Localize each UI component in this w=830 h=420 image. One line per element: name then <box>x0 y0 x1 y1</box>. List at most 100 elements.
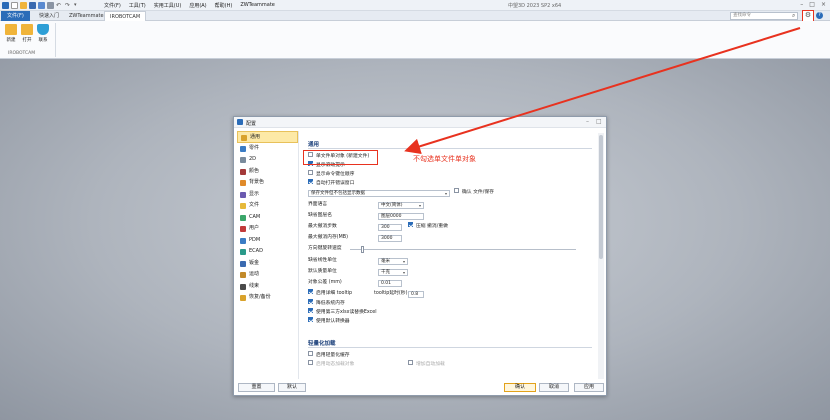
show-cmd-order-option[interactable]: 显示命令键位顺序 <box>308 170 354 179</box>
user-icon <box>240 226 246 232</box>
show-cmd-order-checkbox[interactable] <box>308 170 313 175</box>
print-icon[interactable] <box>47 2 54 9</box>
ui-language-select[interactable]: 中文(简体) <box>378 202 424 209</box>
max-memory-label: 最大撤消内存(MB) <box>308 235 348 240</box>
reduce-memory-checkbox[interactable] <box>308 299 313 304</box>
menu-utilities[interactable]: 实用工具(U) <box>154 2 182 9</box>
tab-file[interactable]: 文件(F) <box>1 11 30 21</box>
tooltip-label: 启用详细 tooltip <box>316 291 353 296</box>
tooltip-option[interactable]: 启用详细 tooltip <box>308 289 353 298</box>
default-unit-select[interactable]: 毫米 <box>378 258 408 265</box>
new-icon[interactable] <box>11 2 18 9</box>
wheel-speed-slider[interactable] <box>350 246 576 253</box>
default-button[interactable]: 默认 <box>278 383 306 392</box>
title-bar: ↶ ↷ ▾ 文件(F) 工具(T) 实用工具(U) 应用(A) 帮助(H) ZW… <box>0 0 830 11</box>
new-button[interactable]: 新建 <box>4 24 18 43</box>
sidebar-item-label: ECAD <box>249 248 263 254</box>
menu-file[interactable]: 文件(F) <box>104 2 121 9</box>
dialog-minimize-button[interactable]: – <box>586 118 589 125</box>
confirm-save-option[interactable]: 确认 文件/保存 <box>454 188 494 197</box>
enable-light-checkbox[interactable] <box>308 351 313 356</box>
slider-handle[interactable] <box>361 246 365 253</box>
dialog-title-bar: 配置 – □ <box>234 117 606 128</box>
sidebar-item-pdm[interactable]: PDM <box>237 235 298 247</box>
menu-help[interactable]: 帮助(H) <box>215 2 233 9</box>
sidebar-item-display[interactable]: 显示 <box>237 189 298 201</box>
sidebar-item-user[interactable]: 用户 <box>237 223 298 235</box>
apply-button[interactable]: 应用 <box>574 383 604 392</box>
sidebar-item-part[interactable]: 零件 <box>237 143 298 155</box>
dropdown-icon[interactable]: ▾ <box>74 2 81 9</box>
dynamic-load-checkbox <box>308 360 313 365</box>
sidebar-item-background[interactable]: 背景色 <box>237 177 298 189</box>
background-icon <box>240 180 246 186</box>
annotation-note: 不勾选单文件单对象 <box>413 155 476 163</box>
contact-button[interactable]: 联系 <box>36 24 50 43</box>
saveas-icon[interactable] <box>38 2 45 9</box>
open-icon[interactable] <box>20 2 27 9</box>
sidebar-item-2d[interactable]: 2D <box>237 154 298 166</box>
sidebar-item-backup[interactable]: 恢复/备份 <box>237 292 298 304</box>
ok-button[interactable]: 确认 <box>504 383 536 392</box>
ui-language-label: 界面语言 <box>308 202 328 207</box>
save-option-select[interactable]: 保存文件但不包括显示数据 <box>308 190 450 197</box>
tooltip-delay-label: tooltip延时(秒) <box>374 291 408 296</box>
shield-icon <box>37 24 49 35</box>
sidebar-item-file[interactable]: 文件 <box>237 200 298 212</box>
undo-icon[interactable]: ↶ <box>56 2 63 9</box>
menu-apps[interactable]: 应用(A) <box>189 2 206 9</box>
tooltip-delay-input[interactable]: 0.8 <box>408 291 424 298</box>
display-icon <box>240 191 246 198</box>
default-converter-option[interactable]: 使用默认转换器 <box>308 317 350 326</box>
redo-icon[interactable]: ↷ <box>65 2 72 9</box>
menu-tools[interactable]: 工具(T) <box>129 2 146 9</box>
dynamic-load-label: 启用动态加载对象 <box>316 362 355 367</box>
sidebar-item-ecad[interactable]: ECAD <box>237 246 298 258</box>
help-icon[interactable]: ? <box>816 12 823 19</box>
app-logo-icon[interactable] <box>2 2 9 9</box>
cam-icon <box>240 214 246 221</box>
general-settings-panel: 通用 单文件单对象 (新建文件) 显示滚动提示 显示命令键位顺序 自动打开错误窗… <box>304 133 596 379</box>
command-search-input[interactable]: 查找命令 <box>730 12 798 20</box>
file-icon <box>240 203 246 209</box>
default-converter-checkbox[interactable] <box>308 317 313 322</box>
open-button[interactable]: 打开 <box>20 24 34 43</box>
sidebar-item-harness[interactable]: 线束 <box>237 281 298 293</box>
tolerance-input[interactable]: 0.01 <box>378 280 402 287</box>
max-memory-input[interactable]: 3000 <box>378 235 402 242</box>
tooltip-checkbox[interactable] <box>308 289 313 294</box>
sidebar-item-sheetmetal[interactable]: 钣金 <box>237 258 298 270</box>
sidebar-item-motion[interactable]: 运动 <box>237 269 298 281</box>
settings-scrollbar[interactable] <box>598 133 604 379</box>
reduce-memory-option[interactable]: 降低系统内存 <box>308 299 345 308</box>
auto-open-log-option[interactable]: 自动打开错误窗口 <box>308 179 354 188</box>
menu-zwteammate[interactable]: ZWTeammate <box>240 2 275 9</box>
maximize-button[interactable]: □ <box>809 1 815 8</box>
cancel-button[interactable]: 取消 <box>539 383 569 392</box>
sidebar-item-label: 用户 <box>249 225 260 231</box>
enable-light-option[interactable]: 启用轻量化缓存 <box>308 351 350 360</box>
search-icon[interactable]: ⌕ <box>792 12 795 20</box>
third-party-excel-option[interactable]: 使用第三方xlsx读替换Excel <box>308 308 377 317</box>
close-button[interactable]: × <box>821 1 826 8</box>
minimize-button[interactable]: – <box>800 1 803 8</box>
tab-zwteammate[interactable]: ZWTeammate <box>64 11 109 21</box>
sidebar-item-color[interactable]: 颜色 <box>237 166 298 178</box>
settings-icon <box>241 135 247 141</box>
reset-button[interactable]: 重置 <box>238 383 275 392</box>
confirm-save-checkbox[interactable] <box>454 188 459 193</box>
default-mass-select[interactable]: 千克 <box>378 269 408 276</box>
window-controls: – □ × <box>800 1 826 8</box>
auto-open-log-checkbox[interactable] <box>308 179 313 184</box>
compress-undo-option[interactable]: 压缩 撤消/重做 <box>408 222 448 231</box>
sidebar-item-general[interactable]: 通用 <box>237 131 298 143</box>
sidebar-item-cam[interactable]: CAM <box>237 212 298 224</box>
third-party-excel-checkbox[interactable] <box>308 308 313 313</box>
dialog-maximize-button[interactable]: □ <box>596 118 602 125</box>
save-icon[interactable] <box>29 2 36 9</box>
max-undo-input[interactable]: 300 <box>378 224 402 231</box>
compress-undo-checkbox[interactable] <box>408 222 413 227</box>
tab-quick-start[interactable]: 快速入门 <box>34 11 64 21</box>
default-layer-input[interactable]: 图层0000 <box>378 213 424 220</box>
scrollbar-thumb[interactable] <box>599 135 603 259</box>
